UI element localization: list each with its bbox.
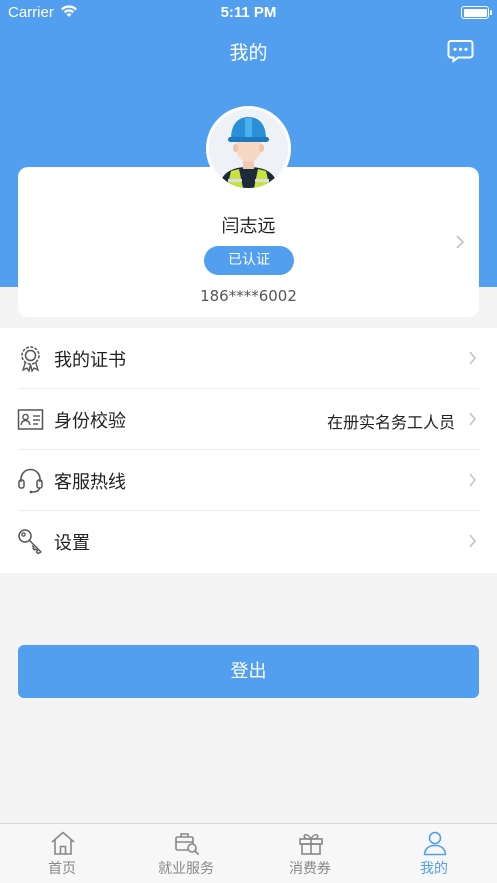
headset-icon: [18, 468, 43, 494]
tab-label-job-services: 就业服务: [158, 861, 214, 877]
menu-label-settings: 设置: [54, 533, 90, 554]
menu-item-identity-check[interactable]: 身份校验 在册实名务工人员: [0, 389, 497, 450]
worker-avatar-icon: [209, 109, 288, 188]
tab-label-vouchers: 消费券: [289, 861, 331, 877]
user-name: 闫志远: [221, 216, 276, 237]
chevron-right-icon: [469, 351, 477, 365]
tab-home[interactable]: 首页: [0, 824, 124, 883]
tab-job-services[interactable]: 就业服务: [124, 824, 248, 883]
menu-label-certificates: 我的证书: [54, 350, 126, 371]
menu-list: 我的证书 身份校验 在册实名务工人员 客服热线 设置: [0, 328, 497, 573]
chevron-right-icon: [456, 235, 465, 249]
verified-badge: 已认证: [204, 246, 294, 275]
menu-value-identity-check: 在册实名务工人员: [326, 413, 455, 432]
tab-label-mine: 我的: [420, 861, 448, 877]
status-time: 5:11 PM: [220, 4, 277, 21]
key-icon: [18, 529, 42, 555]
chevron-right-icon: [469, 534, 477, 548]
chevron-right-icon: [469, 412, 477, 426]
certificate-icon: [21, 346, 40, 372]
menu-label-customer-service: 客服热线: [54, 472, 126, 493]
battery-icon: [461, 6, 492, 19]
status-bar: Carrier 5:11 PM: [0, 0, 497, 26]
logout-button[interactable]: 登出: [18, 645, 479, 698]
message-icon[interactable]: [447, 39, 474, 63]
page-title: 我的: [229, 42, 268, 64]
gift-icon: [299, 833, 323, 855]
menu-item-settings[interactable]: 设置: [0, 511, 497, 572]
tab-bar: 首页 就业服务 消费券 我的: [0, 823, 497, 883]
home-icon: [51, 831, 75, 855]
id-card-icon: [17, 409, 44, 430]
menu-item-certificates[interactable]: 我的证书: [0, 328, 497, 389]
menu-item-customer-service[interactable]: 客服热线: [0, 450, 497, 511]
avatar[interactable]: [206, 106, 291, 191]
tab-vouchers[interactable]: 消费券: [248, 824, 372, 883]
chevron-right-icon: [469, 473, 477, 487]
tab-mine[interactable]: 我的: [372, 824, 496, 883]
tab-label-home: 首页: [48, 861, 76, 877]
user-icon: [423, 831, 447, 856]
menu-label-identity-check: 身份校验: [54, 411, 126, 432]
job-search-icon: [175, 833, 200, 856]
phone-number: 186****6002: [200, 287, 297, 305]
